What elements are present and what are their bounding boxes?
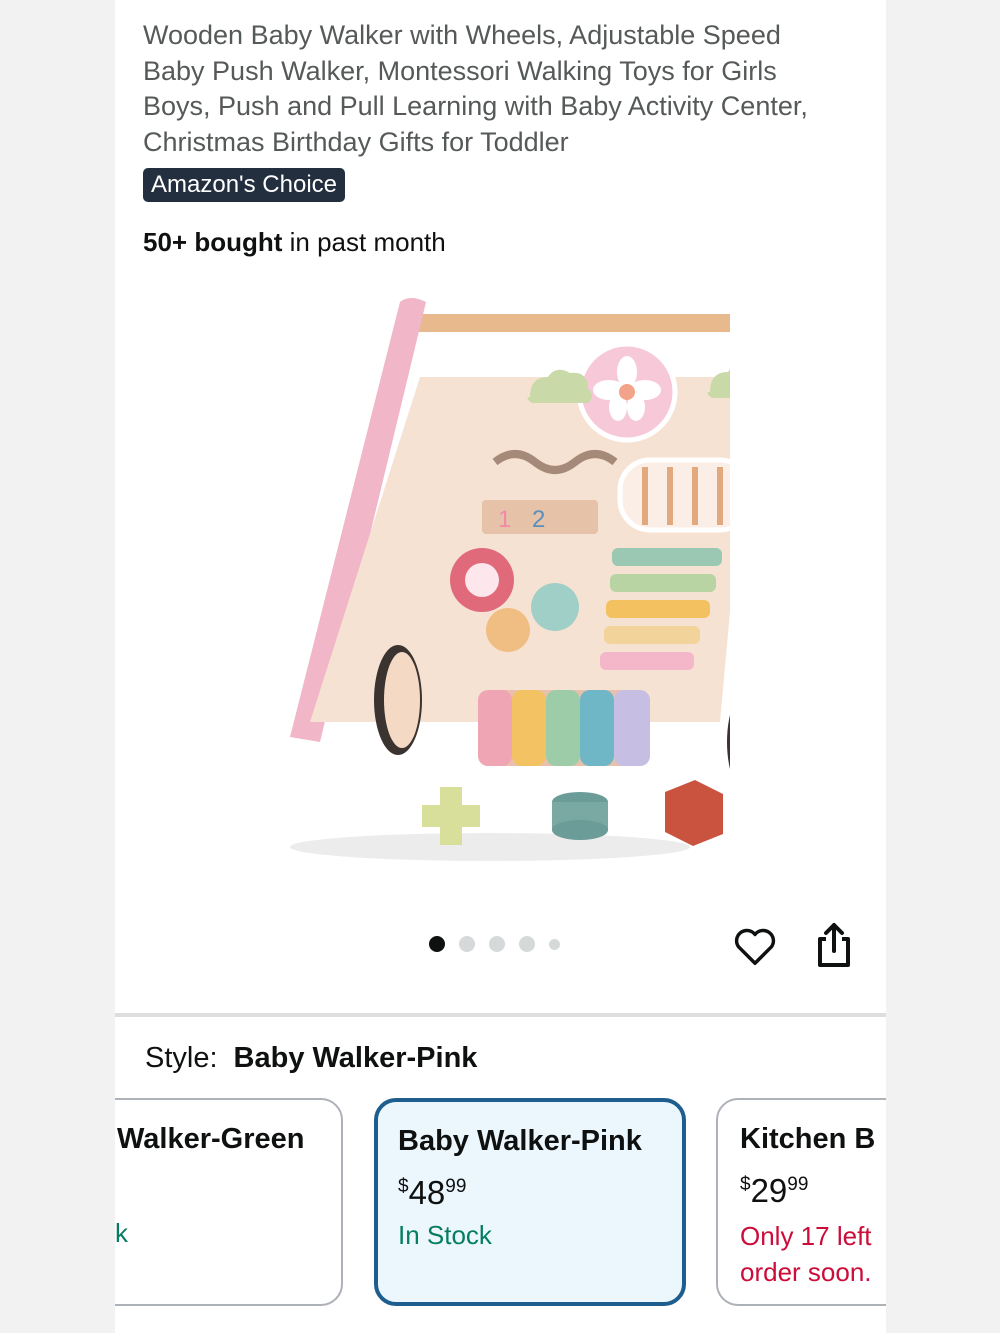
svg-text:1: 1 [498,506,511,533]
heart-icon[interactable] [732,923,778,969]
product-image[interactable]: 1 2 [250,282,730,882]
svg-text:2: 2 [532,506,545,533]
image-dot[interactable] [489,936,505,952]
section-divider [115,1013,886,1017]
image-dot[interactable] [459,936,475,952]
option-name: Baby Walker-Pink [398,1125,642,1157]
option-stock: k [115,1218,128,1248]
image-dot[interactable] [519,936,535,952]
option-low-stock: Only 17 left order soon. [740,1221,872,1287]
amazons-choice-badge[interactable]: Amazon's Choice [143,168,345,202]
option-name: Walker-Green [117,1123,305,1155]
style-selector-label: Style: Baby Walker-Pink [145,1042,477,1075]
style-option-baby-walker-pink[interactable]: Baby Walker-Pink $4899 In Stock [374,1098,686,1306]
image-pagination [429,936,560,952]
style-option-kitchen[interactable]: Kitchen B $2999 Only 17 left order soon. [716,1098,886,1306]
wheel-left [374,645,422,755]
image-dot[interactable] [549,938,560,950]
product-page: Wooden Baby Walker with Wheels, Adjustab… [115,0,886,1333]
style-option-walker-green[interactable]: Walker-Green k [115,1098,343,1306]
style-selected-value: Baby Walker-Pink [233,1042,478,1074]
share-icon[interactable] [814,921,854,969]
bought-in-past-month: 50+ bought in past month [143,227,446,258]
option-name: Kitchen B [740,1123,876,1155]
option-stock: In Stock [398,1220,492,1250]
style-label: Style: [145,1042,218,1074]
wheel-front-right [727,714,730,770]
option-price: $4899 [398,1174,467,1211]
bought-count: 50+ bought [143,227,283,257]
image-dot[interactable] [429,936,445,952]
bought-suffix: in past month [282,227,446,257]
product-title[interactable]: Wooden Baby Walker with Wheels, Adjustab… [143,18,843,160]
option-price: $2999 [740,1172,809,1209]
